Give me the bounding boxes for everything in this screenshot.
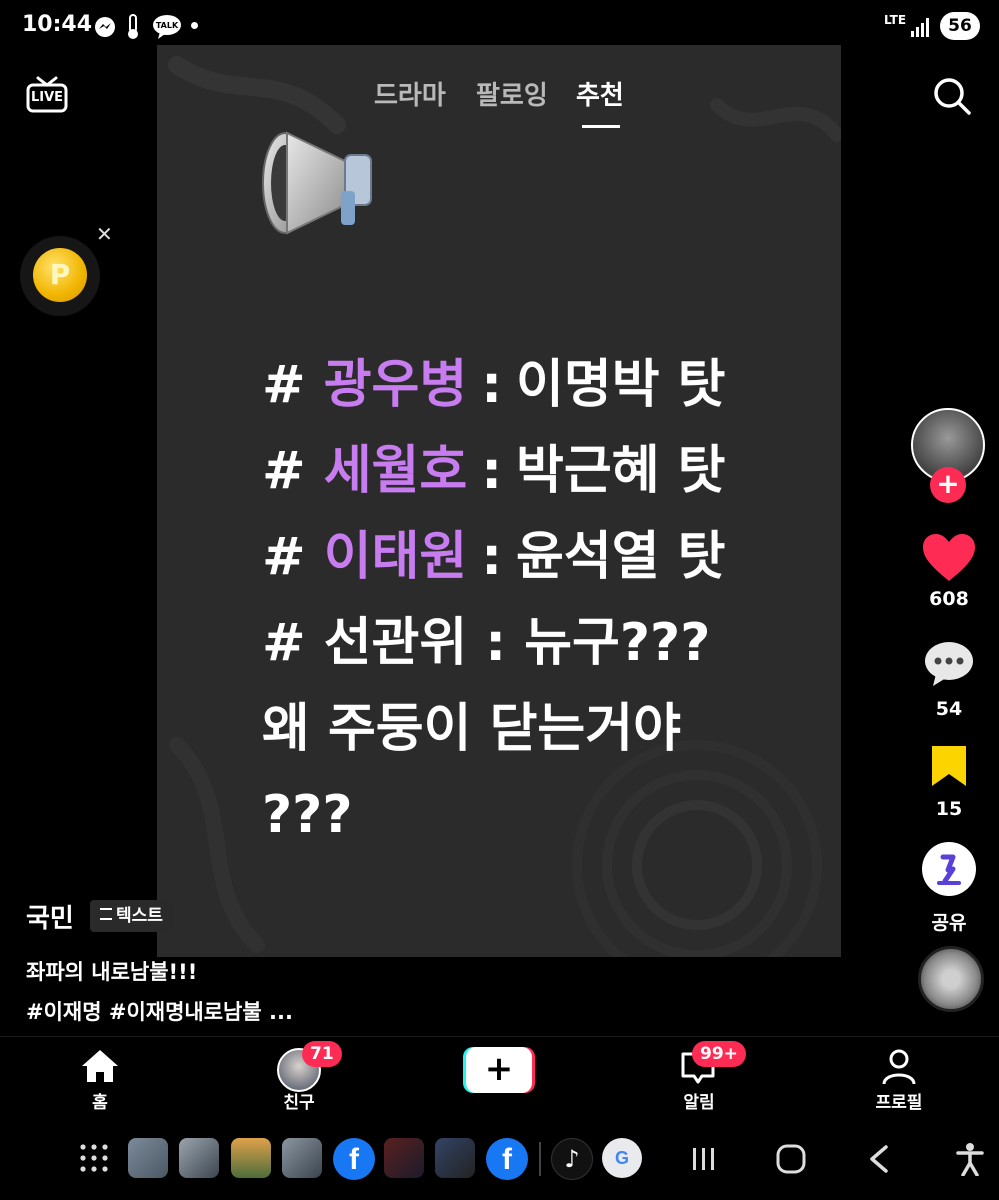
share-icon (937, 854, 961, 885)
live-label: LIVE (30, 90, 64, 105)
facebook-icon[interactable]: f (486, 1138, 528, 1180)
nav-inbox-label[interactable]: 알림 (639, 1088, 759, 1113)
inbox-badge: 99+ (692, 1041, 746, 1067)
post-line: # 세월호: 박근혜 탓 (262, 441, 726, 501)
messenger-icon (95, 17, 115, 37)
bookmark-icon[interactable] (930, 744, 968, 788)
status-time: 10:44 (22, 12, 93, 37)
create-button[interactable]: + (463, 1047, 535, 1093)
music-disc[interactable] (918, 946, 984, 1012)
accessibility-icon[interactable] (955, 1142, 985, 1176)
post-line: ??? (262, 785, 353, 845)
tab-recommended[interactable]: 추천 (576, 75, 624, 112)
nav-profile-label[interactable]: 프로필 (839, 1088, 959, 1113)
post-line: # 광우병: 이명박 탓 (262, 355, 726, 415)
translate-icon[interactable]: G (602, 1138, 642, 1178)
post-line: # 선관위 : 뉴구??? (262, 613, 711, 673)
talk-icon: TALK (153, 15, 181, 39)
recent-app-thumbnail[interactable] (179, 1138, 219, 1178)
megaphone-icon (262, 131, 372, 235)
post-line: # 이태원: 윤석열 탓 (262, 527, 726, 587)
active-tab-indicator (582, 125, 620, 128)
recent-app-thumbnail[interactable] (282, 1138, 322, 1178)
home-icon[interactable] (80, 1048, 120, 1084)
save-count: 15 (935, 798, 963, 820)
recent-app-thumbnail[interactable] (384, 1138, 424, 1178)
content-type-badge: 텍스트 (90, 900, 173, 932)
friends-badge: 71 (302, 1041, 342, 1067)
svg-text:TALK: TALK (156, 21, 179, 30)
comment-icon[interactable] (924, 640, 974, 688)
nav-friends-label[interactable]: 친구 (239, 1088, 359, 1113)
network-type: LTE (884, 13, 907, 27)
profile-icon[interactable] (880, 1048, 918, 1086)
post-line: 왜 주둥이 닫는거야 (262, 699, 681, 759)
tab-drama[interactable]: 드라마 (374, 75, 446, 112)
home-system-icon[interactable] (776, 1144, 806, 1174)
taskbar-divider (539, 1142, 541, 1176)
text-lines-icon (100, 908, 112, 920)
signal-icon (911, 18, 929, 37)
post-text: # 광우병: 이명박 탓 # 세월호: 박근혜 탓 # 이태원: 윤석열 탓 # 선관… (262, 342, 822, 858)
follow-button[interactable]: + (930, 467, 966, 503)
close-icon[interactable]: ✕ (96, 222, 113, 246)
like-heart-icon[interactable] (922, 533, 976, 583)
notification-dot-icon (191, 22, 198, 29)
recent-app-thumbnail[interactable] (435, 1138, 475, 1178)
caption-hashtags[interactable]: #이재명 #이재명내로남불 ... (26, 996, 293, 1026)
nav-home-label[interactable]: 홈 (40, 1088, 160, 1113)
share-label: 공유 (931, 912, 967, 934)
facebook-icon[interactable]: f (333, 1138, 375, 1180)
recent-app-thumbnail[interactable] (231, 1138, 271, 1178)
thermometer-icon (128, 14, 138, 39)
comment-count: 54 (935, 698, 963, 720)
tab-following[interactable]: 팔로잉 (476, 75, 548, 112)
recent-apps-icon[interactable] (690, 1146, 718, 1172)
video-content[interactable]: # 광우병: 이명박 탓 # 세월호: 박근혜 탓 # 이태원: 윤석열 탓 # 선관… (157, 45, 841, 957)
tiktok-icon[interactable]: ♪ (551, 1138, 593, 1180)
live-button[interactable]: LIVE (26, 74, 68, 116)
like-count: 608 (929, 588, 969, 610)
plus-icon: + (466, 1047, 532, 1093)
author-name[interactable]: 국민 (26, 898, 74, 935)
share-button[interactable] (922, 842, 976, 896)
battery-indicator: 56 (940, 12, 980, 40)
content-type-label: 텍스트 (116, 906, 163, 926)
coin-icon[interactable]: P (33, 248, 87, 302)
search-icon[interactable] (932, 76, 972, 116)
recent-app-thumbnail[interactable] (128, 1138, 168, 1178)
back-icon[interactable] (866, 1144, 892, 1174)
caption-line-1[interactable]: 좌파의 내로남불!!! (26, 956, 197, 986)
app-drawer-icon[interactable] (78, 1142, 110, 1174)
